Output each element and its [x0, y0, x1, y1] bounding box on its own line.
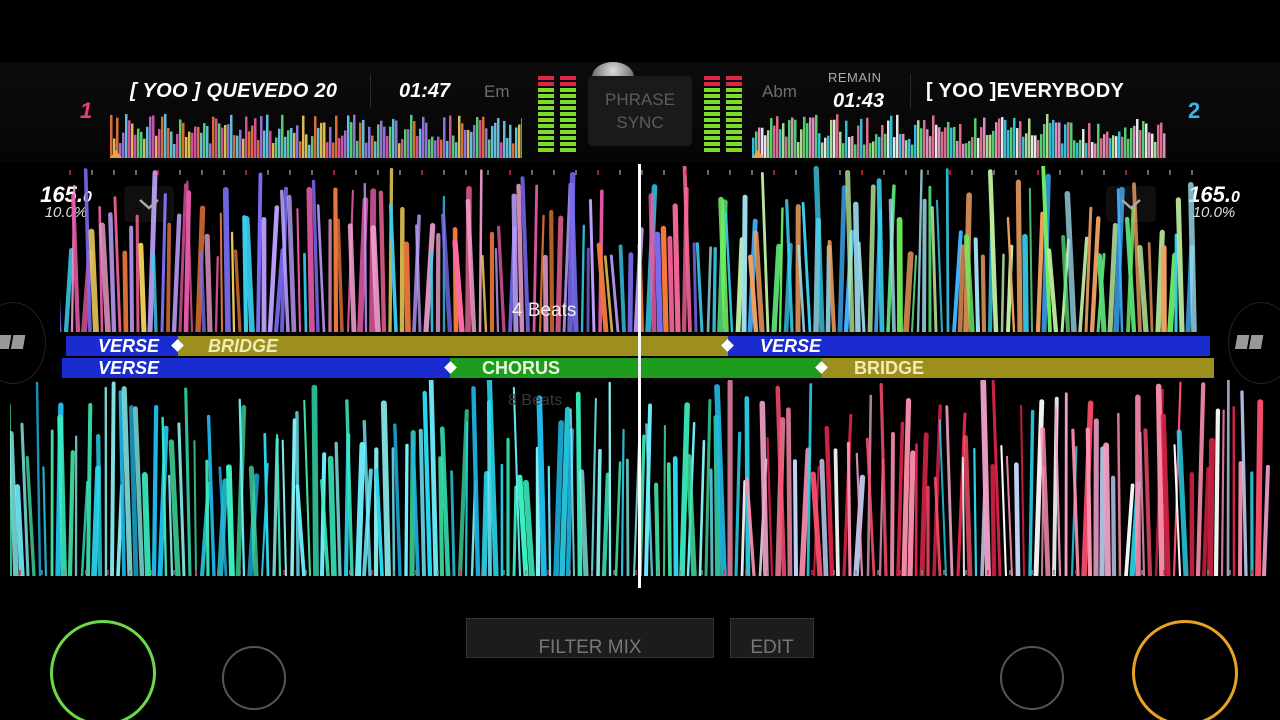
phrase-sync-button[interactable]: PHRASE SYNC [588, 76, 692, 146]
phrase-label: VERSE [760, 336, 822, 356]
deck1-small-knob[interactable] [222, 646, 286, 710]
phrase-label: VERSE [98, 358, 160, 378]
phrase-label: BRIDGE [854, 358, 925, 378]
deck1-track-title[interactable]: [ YOO ] QUEVEDO 20 [130, 80, 352, 103]
deck1-side-panel-button[interactable] [0, 302, 46, 384]
deck1-main-waveform[interactable] [60, 166, 1200, 332]
beat-jump-label-upper[interactable]: 4 Beats [512, 300, 576, 322]
deck2-number[interactable]: 2 [1188, 98, 1200, 124]
deck1-elapsed-time[interactable]: 01:47 [399, 80, 450, 103]
deck2-small-knob[interactable] [1000, 646, 1064, 710]
deck1-key: Em [484, 82, 510, 101]
edit-button[interactable]: EDIT [730, 618, 814, 658]
deck2-overview-waveform[interactable] [752, 114, 1166, 158]
deck1-jog-wheel[interactable] [50, 620, 156, 720]
playhead-line [638, 164, 641, 588]
deck2-collapse-chevron-icon[interactable] [1106, 186, 1156, 222]
deck2-key: Abm [762, 82, 797, 101]
dj-app-screen: 1 [ YOO ] QUEVEDO 20 01:47 Em Abm REMAIN… [0, 0, 1280, 720]
deck2-level-meter [704, 76, 742, 152]
phrase-label: CHORUS [482, 358, 561, 378]
deck1-level-meter [538, 76, 576, 152]
deck1-overview-waveform[interactable] [110, 114, 522, 158]
beat-jump-label-lower[interactable]: 8 Beats [508, 392, 562, 410]
deck2-remain-label: REMAIN [828, 70, 882, 85]
deck2-side-panel-button[interactable] [1228, 302, 1280, 384]
phrase-sync-line1: PHRASE [605, 90, 675, 109]
filter-mix-button[interactable]: FILTER MIX [466, 618, 714, 658]
phrase-label: BRIDGE [208, 336, 279, 356]
deck2-jog-wheel[interactable] [1132, 620, 1238, 720]
deck1-number[interactable]: 1 [80, 98, 92, 124]
deck2-remaining-time[interactable]: 01:43 [833, 90, 884, 113]
deck1-divider [370, 74, 371, 108]
phrase-label: VERSE [98, 336, 160, 356]
deck2-track-title[interactable]: [ YOO ]EVERYBODY [926, 80, 1148, 103]
deck1-collapse-chevron-icon[interactable] [124, 186, 174, 222]
phrase-sync-line2: SYNC [616, 113, 664, 132]
deck2-divider [910, 74, 911, 108]
